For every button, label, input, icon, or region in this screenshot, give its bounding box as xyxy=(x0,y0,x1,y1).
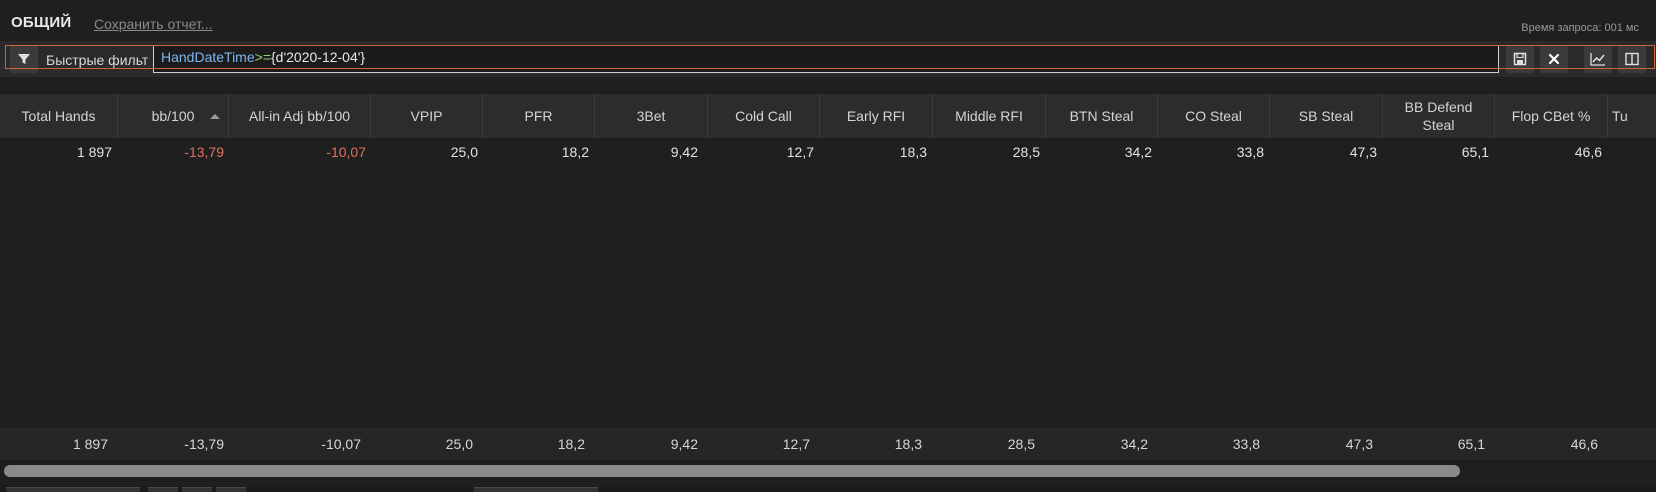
bottom-control-3[interactable] xyxy=(182,487,212,492)
total-total-hands: 1 897 xyxy=(72,436,108,452)
total-bb100: -13,79 xyxy=(184,436,224,452)
report-header xyxy=(0,0,1656,40)
total-allin-adj: -10,07 xyxy=(321,436,361,452)
col-header-cold-call[interactable]: Cold Call xyxy=(708,94,820,138)
cell-3bet: 9,42 xyxy=(670,144,698,160)
col-header-bb100-label: bb/100 xyxy=(151,108,195,124)
bottom-toolbar xyxy=(0,486,1656,492)
cell-total-hands: 1 897 xyxy=(76,144,112,160)
col-header-tu[interactable]: Tu xyxy=(1608,94,1656,138)
col-header-early-rfi[interactable]: Early RFI xyxy=(820,94,933,138)
col-header-co-steal[interactable]: CO Steal xyxy=(1158,94,1270,138)
bottom-control-4[interactable] xyxy=(216,487,246,492)
col-header-middle-rfi[interactable]: Middle RFI xyxy=(933,94,1046,138)
report-title: ОБЩИЙ xyxy=(11,14,72,31)
col-header-sb-steal[interactable]: SB Steal xyxy=(1270,94,1383,138)
col-header-btn-steal[interactable]: BTN Steal xyxy=(1046,94,1158,138)
total-sb-steal: 47,3 xyxy=(1345,436,1373,452)
col-header-3bet[interactable]: 3Bet xyxy=(595,94,708,138)
bottom-control-2[interactable] xyxy=(148,487,178,492)
cell-pfr: 18,2 xyxy=(561,144,589,160)
col-header-pfr[interactable]: PFR xyxy=(483,94,595,138)
total-flop-cbet: 46,6 xyxy=(1570,436,1598,452)
cell-sb-steal: 47,3 xyxy=(1349,144,1377,160)
cell-bb100: -13,79 xyxy=(184,144,224,160)
total-btn-steal: 34,2 xyxy=(1120,436,1148,452)
bottom-control-5[interactable] xyxy=(474,487,598,492)
table-row[interactable] xyxy=(5,45,1655,69)
cell-btn-steal: 34,2 xyxy=(1124,144,1152,160)
grid-header-row: Total Hands bb/100 All-in Adj bb/100 VPI… xyxy=(0,94,1656,138)
total-pfr: 18,2 xyxy=(557,436,585,452)
cell-cold-call: 12,7 xyxy=(786,144,814,160)
save-report-link[interactable]: Сохранить отчет... xyxy=(94,16,213,32)
query-time-label: Время запроса: 001 мс xyxy=(1521,22,1639,34)
col-header-flop-cbet[interactable]: Flop CBet % xyxy=(1495,94,1608,138)
cell-vpip: 25,0 xyxy=(450,144,478,160)
total-early-rfi: 18,3 xyxy=(894,436,922,452)
cell-co-steal: 33,8 xyxy=(1236,144,1264,160)
cell-early-rfi: 18,3 xyxy=(899,144,927,160)
bottom-control-1[interactable] xyxy=(6,487,140,492)
cell-middle-rfi: 28,5 xyxy=(1012,144,1040,160)
col-header-allin-adj[interactable]: All-in Adj bb/100 xyxy=(229,94,371,138)
total-middle-rfi: 28,5 xyxy=(1007,436,1035,452)
total-vpip: 25,0 xyxy=(445,436,473,452)
sort-asc-icon xyxy=(210,114,220,119)
total-bb-defend-steal: 65,1 xyxy=(1457,436,1485,452)
col-header-bb100[interactable]: bb/100 xyxy=(118,94,229,138)
total-co-steal: 33,8 xyxy=(1232,436,1260,452)
cell-allin-adj: -10,07 xyxy=(326,144,366,160)
total-3bet: 9,42 xyxy=(670,436,698,452)
col-header-total-hands[interactable]: Total Hands xyxy=(0,94,118,138)
cell-bb-defend-steal: 65,1 xyxy=(1461,144,1489,160)
horizontal-scrollbar-thumb[interactable] xyxy=(4,465,1460,477)
col-header-vpip[interactable]: VPIP xyxy=(371,94,483,138)
total-cold-call: 12,7 xyxy=(782,436,810,452)
cell-flop-cbet: 46,6 xyxy=(1574,144,1602,160)
col-header-bb-defend-steal[interactable]: BB Defend Steal xyxy=(1383,94,1495,138)
